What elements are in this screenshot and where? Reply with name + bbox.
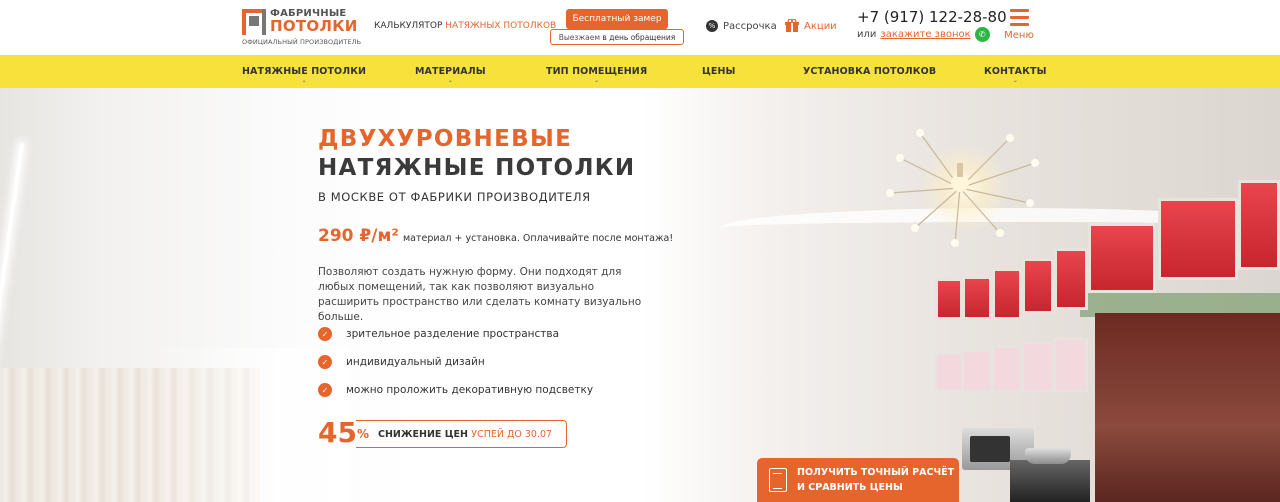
phone-number[interactable]: +7 (917) 122-28-80	[857, 8, 1007, 26]
feature-item: ✓ зрительное разделение пространства	[318, 320, 593, 348]
free-measure-button[interactable]: Бесплатный замер	[566, 9, 668, 29]
kitchen-cabinet	[935, 278, 963, 320]
caret-down-icon: ⌄	[301, 77, 307, 84]
hero-title-main: НАТЯЖНЫЕ ПОТОЛКИ	[318, 155, 636, 181]
hamburger-icon	[1009, 9, 1029, 12]
calculator-link[interactable]: КАЛЬКУЛЯТОР НАТЯЖНЫХ ПОТОЛКОВ	[374, 21, 556, 31]
get-estimate-button[interactable]: ПОЛУЧИТЬ ТОЧНЫЙ РАСЧЁТ И СРАВНИТЬ ЦЕНЫ	[757, 458, 959, 502]
caret-down-icon: ⌄	[594, 77, 600, 84]
menu-button[interactable]: Меню	[1004, 9, 1034, 41]
nav-item-room-type[interactable]: ТИП ПОМЕЩЕНИЯ ⌄	[546, 66, 647, 84]
menu-label: Меню	[1004, 30, 1034, 41]
nav-item-materials[interactable]: МАТЕРИАЛЫ ⌄	[415, 66, 486, 84]
free-measure-subtext: Выезжаем в день обращения	[550, 29, 684, 45]
cta-line1: ПОЛУЧИТЬ ТОЧНЫЙ РАСЧЁТ	[797, 467, 955, 478]
calc-link-accent: НАТЯЖНЫХ ПОТОЛКОВ	[445, 21, 557, 31]
free-sub-bold: в день обращения	[602, 32, 676, 42]
percent-icon: %	[706, 20, 718, 32]
brand-tagline: ОФИЦИАЛЬНЫЙ ПРОИЗВОДИТЕЛЬ	[242, 38, 362, 46]
hero-subtitle: В МОСКВЕ ОТ ФАБРИКИ ПРОИЗВОДИТЕЛЯ	[318, 190, 591, 204]
hero-description: Позволяют создать нужную форму. Они подх…	[318, 266, 642, 323]
gift-icon	[785, 19, 799, 32]
feature-item: ✓ можно проложить декоративную подсветку	[318, 376, 593, 404]
pot-image	[1025, 448, 1071, 464]
check-icon: ✓	[318, 327, 332, 341]
feature-item: ✓ индивидуальный дизайн	[318, 348, 593, 376]
site-header: ФАБРИЧНЫЕ ПОТОЛКИ ОФИЦИАЛЬНЫЙ ПРОИЗВОДИТ…	[0, 0, 1280, 54]
calculator-icon	[769, 468, 787, 492]
discount-value: 45	[318, 416, 357, 449]
check-icon: ✓	[318, 383, 332, 397]
dark-wood-panel	[1095, 313, 1280, 502]
cta-line2: И СРАВНИТЬ ЦЕНЫ	[797, 482, 903, 493]
installment-link[interactable]: % Рассрочка	[706, 20, 777, 32]
nav-item-installation[interactable]: УСТАНОВКА ПОТОЛКОВ	[803, 66, 936, 77]
caret-down-icon: ⌄	[1012, 77, 1018, 84]
hero-price-note: материал + установка. Оплачивайте после …	[403, 233, 674, 244]
logo-mark-icon	[242, 9, 266, 35]
stove-image	[1010, 460, 1090, 502]
whatsapp-icon[interactable]: ✆	[974, 27, 990, 42]
brand-logo[interactable]: ФАБРИЧНЫЕ ПОТОЛКИ ОФИЦИАЛЬНЫЙ ПРОИЗВОДИТ…	[242, 8, 361, 46]
promo-label: Акции	[804, 20, 837, 32]
installment-label: Рассрочка	[723, 20, 777, 32]
discount-deadline: УСПЕЙ ДО 30.07	[471, 429, 553, 440]
callback-link[interactable]: закажите звонок	[880, 29, 970, 40]
nav-item-contacts[interactable]: КОНТАКТЫ ⌄	[984, 66, 1047, 84]
callback-row: или закажите звонок ✆	[857, 27, 990, 42]
feature-list: ✓ зрительное разделение пространства ✓ и…	[318, 320, 593, 404]
discount-label: СНИЖЕНИЕ ЦЕН УСПЕЙ ДО 30.07	[378, 429, 553, 440]
callback-or: или	[857, 29, 877, 40]
caret-down-icon: ⌄	[447, 77, 453, 84]
promo-link[interactable]: Акции	[785, 19, 837, 33]
check-icon: ✓	[318, 355, 332, 369]
chandelier-icon	[886, 129, 1039, 247]
free-sub-prefix: Выезжаем	[558, 32, 601, 42]
main-nav: НАТЯЖНЫЕ ПОТОЛКИ ⌄ МАТЕРИАЛЫ ⌄ ТИП ПОМЕЩЕН…	[0, 55, 1280, 88]
hero-price: 290 ₽/м²	[318, 226, 399, 246]
brand-name-line2: ПОТОЛКИ	[270, 17, 358, 35]
calc-link-prefix: КАЛЬКУЛЯТОР	[374, 21, 443, 31]
nav-item-prices[interactable]: ЦЕНЫ	[702, 66, 736, 77]
hero-title-accent: ДВУХУРОВНЕВЫЕ	[318, 126, 573, 152]
nav-item-ceilings[interactable]: НАТЯЖНЫЕ ПОТОЛКИ ⌄	[242, 66, 366, 84]
